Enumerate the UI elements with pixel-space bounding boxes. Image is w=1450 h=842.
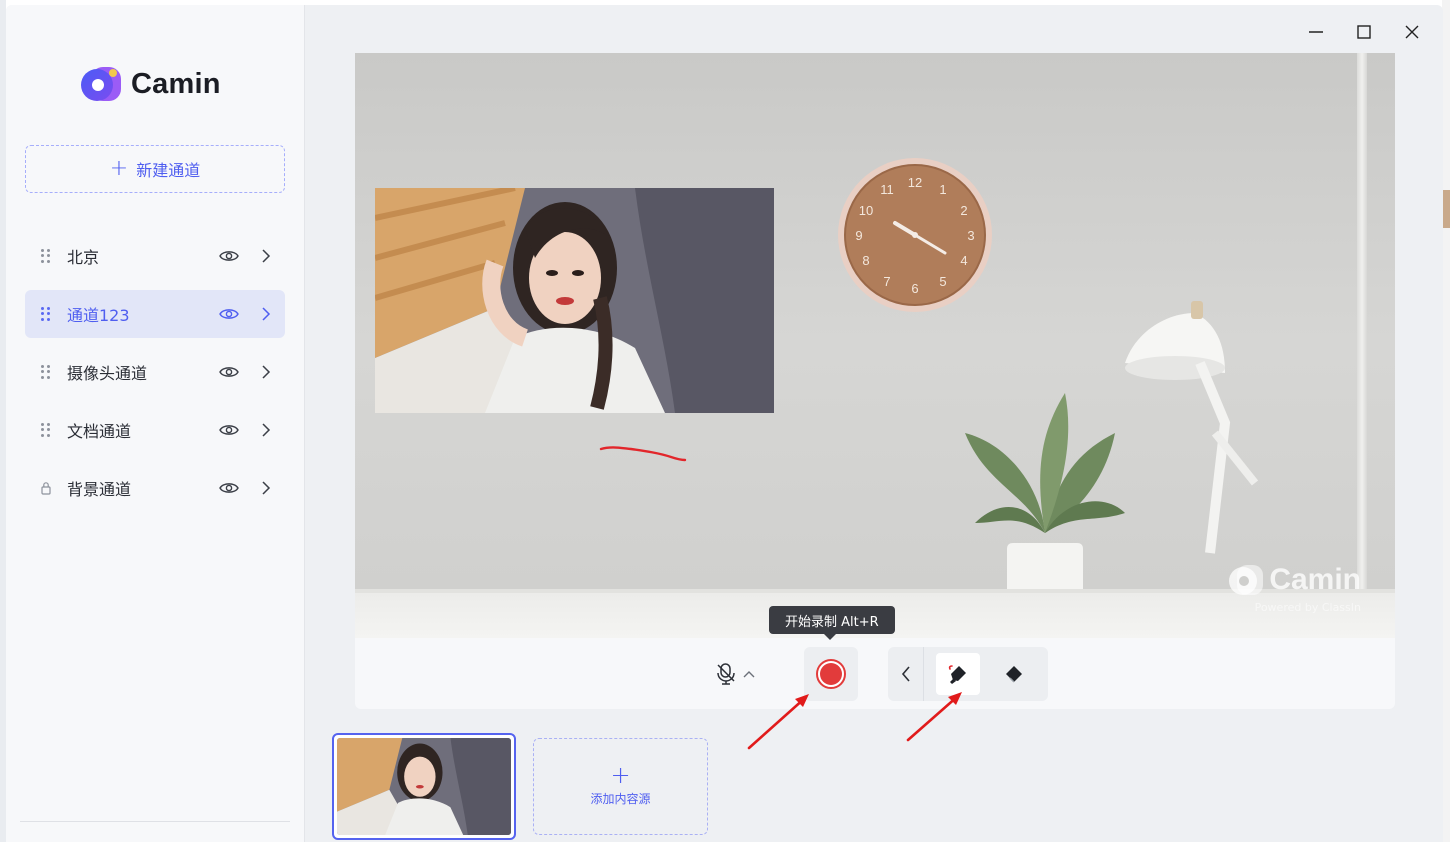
add-source-button[interactable]: + 添加内容源 (533, 738, 708, 835)
plus-icon: + (610, 761, 631, 789)
channel-item-123[interactable]: 通道123 (25, 290, 285, 338)
add-source-label: 添加内容源 (590, 792, 651, 806)
channel-label: 北京 (67, 248, 100, 267)
svg-text:2: 2 (960, 203, 967, 218)
pen-icon (948, 665, 966, 684)
mic-toggle[interactable] (715, 662, 755, 686)
wall-clock-image: 12 12 345 678 91011 (838, 158, 992, 312)
collapse-tools-button[interactable] (888, 647, 924, 701)
record-button[interactable] (804, 647, 858, 701)
chevron-right-icon[interactable] (261, 481, 271, 495)
chevron-right-icon[interactable] (261, 307, 271, 321)
channel-item-beijing[interactable]: 北京 (25, 232, 285, 280)
eye-icon[interactable] (219, 307, 239, 321)
svg-text:8: 8 (862, 253, 869, 268)
svg-text:12: 12 (908, 175, 922, 190)
eye-icon[interactable] (219, 365, 239, 379)
svg-text:5: 5 (939, 274, 946, 289)
app-window: Camin + 新建通道 北京 通道123 摄像头通道 文档通道 背景通道 12… (6, 5, 1443, 842)
drag-handle-icon[interactable] (41, 365, 51, 379)
maximize-icon[interactable] (1355, 23, 1373, 41)
record-tooltip: 开始录制 Alt+R (769, 606, 895, 640)
watermark-brand: Camin (1269, 563, 1361, 596)
plus-icon: + (109, 156, 129, 181)
new-channel-button[interactable]: + 新建通道 (25, 145, 285, 193)
wall-edge (1357, 53, 1367, 638)
drag-handle-icon[interactable] (41, 249, 51, 263)
new-channel-label: 新建通道 (136, 161, 201, 180)
watermark-subtext: Powered by ClassIn (1254, 601, 1361, 614)
mic-muted-icon (717, 663, 735, 685)
eraser-tool-button[interactable] (992, 653, 1036, 695)
svg-text:7: 7 (883, 274, 890, 289)
close-icon[interactable] (1403, 23, 1421, 41)
divider (20, 821, 290, 822)
watermark-logo-icon (1229, 565, 1264, 595)
chevron-right-icon[interactable] (261, 249, 271, 263)
lock-icon (41, 482, 51, 495)
svg-text:1: 1 (939, 182, 946, 197)
person-photo (375, 188, 774, 413)
app-logo: Camin (81, 67, 221, 101)
camera-overlay-image[interactable] (375, 188, 774, 413)
drag-handle-icon[interactable] (41, 307, 51, 321)
eye-icon[interactable] (219, 423, 239, 437)
svg-text:11: 11 (880, 182, 894, 197)
drag-handle-icon[interactable] (41, 423, 51, 437)
brand-watermark: Camin Powered by ClassIn (1229, 563, 1361, 614)
eye-icon[interactable] (219, 481, 239, 495)
chevron-left-icon (901, 666, 910, 682)
pen-annotation-stroke (599, 446, 687, 462)
channel-label: 通道123 (67, 306, 130, 325)
chevron-right-icon[interactable] (261, 365, 271, 379)
camin-logo-icon (81, 67, 121, 101)
record-icon (816, 659, 846, 689)
background-window-edge-right (1442, 0, 1450, 842)
drawing-tools (888, 647, 1048, 701)
channel-item-document[interactable]: 文档通道 (25, 406, 285, 454)
brand-name: Camin (131, 67, 221, 100)
source-thumbnail-image (337, 738, 511, 835)
channel-label: 背景通道 (67, 480, 132, 499)
sidebar: Camin + 新建通道 北京 通道123 摄像头通道 文档通道 背景通道 (6, 5, 305, 842)
channel-label: 摄像头通道 (67, 364, 148, 383)
channel-list: 北京 通道123 摄像头通道 文档通道 背景通道 (25, 232, 285, 522)
channel-label: 文档通道 (67, 422, 132, 441)
svg-text:6: 6 (911, 281, 918, 296)
svg-text:10: 10 (859, 203, 873, 218)
minimize-icon[interactable] (1307, 23, 1325, 41)
chevron-right-icon[interactable] (261, 423, 271, 437)
eraser-icon (1006, 666, 1022, 683)
svg-text:3: 3 (967, 228, 974, 243)
channel-item-camera[interactable]: 摄像头通道 (25, 348, 285, 396)
source-thumbnail[interactable] (332, 733, 516, 840)
window-controls (1307, 23, 1421, 41)
pen-tool-button[interactable] (936, 653, 980, 695)
preview-canvas[interactable]: 12 1 2 345 678 9 10 11 Camin Powered by … (355, 53, 1395, 638)
chevron-up-icon[interactable] (743, 670, 755, 678)
preview-toolbar (355, 638, 1395, 709)
svg-text:4: 4 (960, 253, 967, 268)
svg-text:9: 9 (855, 228, 862, 243)
channel-item-background[interactable]: 背景通道 (25, 464, 285, 512)
eye-icon[interactable] (219, 249, 239, 263)
